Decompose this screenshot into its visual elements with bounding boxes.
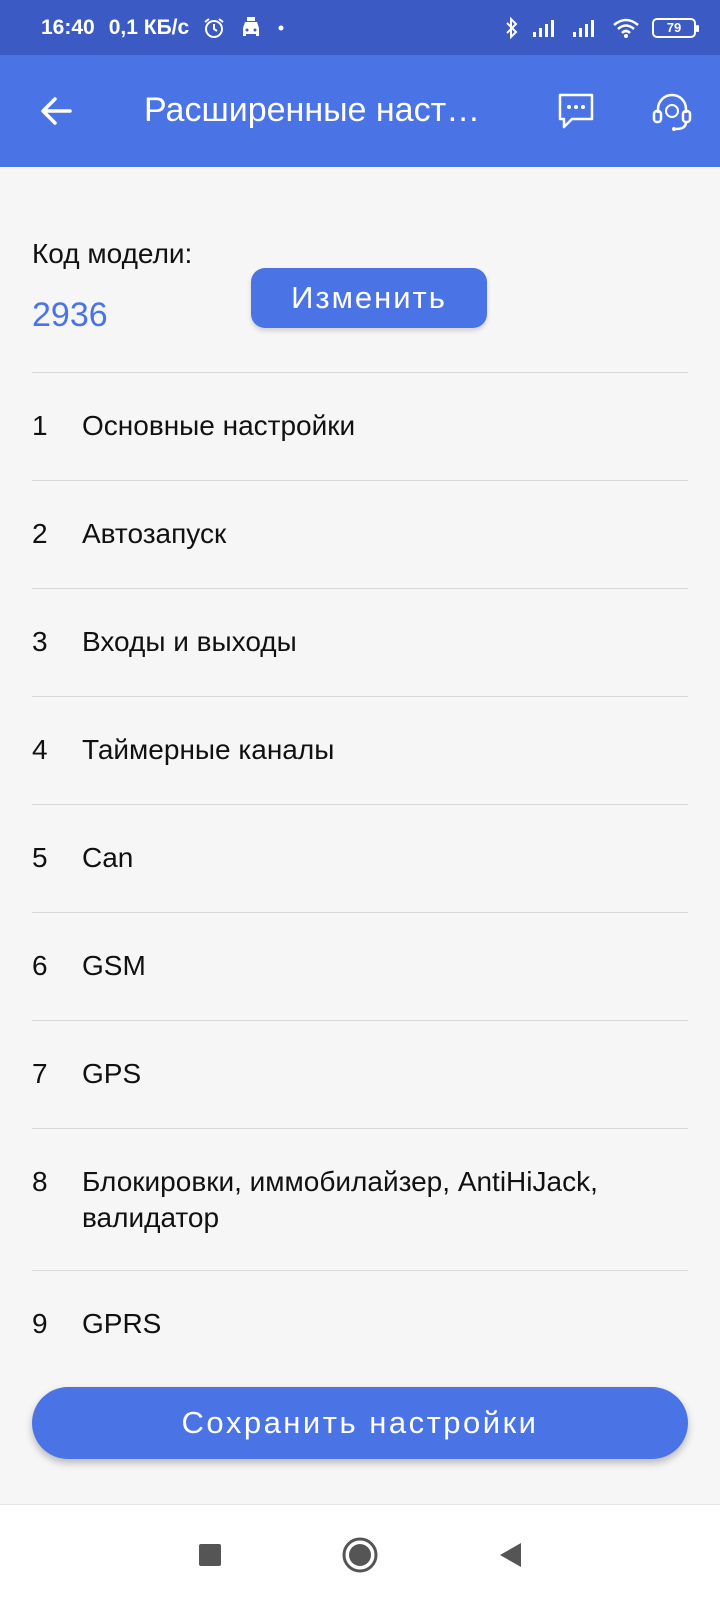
status-time: 16:40 (41, 15, 95, 39)
item-label: GSM (82, 950, 146, 981)
list-item[interactable]: 1 Основные настройки (32, 373, 688, 481)
item-number: 4 (32, 734, 48, 765)
car-icon (239, 16, 263, 40)
item-label: GPRS (82, 1308, 162, 1339)
model-code-value: 2936 (32, 296, 108, 334)
list-item[interactable]: 3 Входы и выходы (32, 589, 688, 697)
item-number: 5 (32, 842, 48, 873)
dot-icon (277, 24, 285, 32)
save-settings-button[interactable]: Сохранить настройки (32, 1387, 688, 1459)
item-number: 6 (32, 950, 48, 981)
item-label: Can (82, 842, 134, 873)
wifi-icon (612, 17, 640, 39)
settings-list: 1 Основные настройки 2 Автозапуск 3 Вход… (32, 372, 688, 1379)
list-item[interactable]: 9 GPRS (32, 1271, 688, 1379)
item-label: Основные настройки (82, 410, 356, 441)
item-label: GPS (82, 1058, 142, 1089)
chat-icon[interactable] (554, 89, 598, 133)
list-item[interactable]: 4 Таймерные каналы (32, 697, 688, 805)
back-arrow-icon[interactable] (36, 91, 76, 131)
back-icon[interactable] (490, 1535, 530, 1575)
model-code-label: Код модели: (32, 238, 193, 269)
item-label: Автозапуск (82, 518, 227, 549)
list-item[interactable]: 6 GSM (32, 913, 688, 1021)
app-bar: Расширенные настройки (0, 55, 720, 167)
item-number: 9 (32, 1308, 48, 1339)
battery-icon: 79 (652, 17, 699, 38)
item-label: Блокировки, иммобилайзер, AntiHiJack, ва… (82, 1166, 598, 1233)
status-net-speed: 0,1 КБ/с (108, 15, 190, 39)
system-nav-bar (0, 1504, 720, 1600)
item-number: 1 (32, 410, 48, 441)
item-label: Таймерные каналы (82, 734, 335, 765)
bluetooth-icon (504, 16, 520, 40)
list-item[interactable]: 5 Can (32, 805, 688, 913)
signal-icon (532, 18, 560, 38)
headset-icon[interactable] (648, 87, 696, 135)
item-label: Входы и выходы (82, 626, 297, 657)
list-item[interactable]: 2 Автозапуск (32, 481, 688, 589)
alarm-icon (203, 17, 225, 39)
list-item[interactable]: 8 Блокировки, иммобилайзер, AntiHiJack, … (32, 1129, 688, 1271)
page-title: Расширенные настройки (144, 91, 499, 129)
signal-icon (572, 18, 600, 38)
model-section: Код модели: 2936 Изменить (32, 232, 688, 372)
change-model-button[interactable]: Изменить (251, 268, 487, 328)
item-number: 7 (32, 1058, 48, 1089)
status-bar: 16:40 0,1 КБ/с 79 (0, 0, 720, 55)
list-item[interactable]: 7 GPS (32, 1021, 688, 1129)
item-number: 8 (32, 1166, 48, 1197)
item-number: 3 (32, 626, 48, 657)
home-icon[interactable] (340, 1535, 380, 1575)
item-number: 2 (32, 518, 48, 549)
recents-icon[interactable] (190, 1535, 230, 1575)
